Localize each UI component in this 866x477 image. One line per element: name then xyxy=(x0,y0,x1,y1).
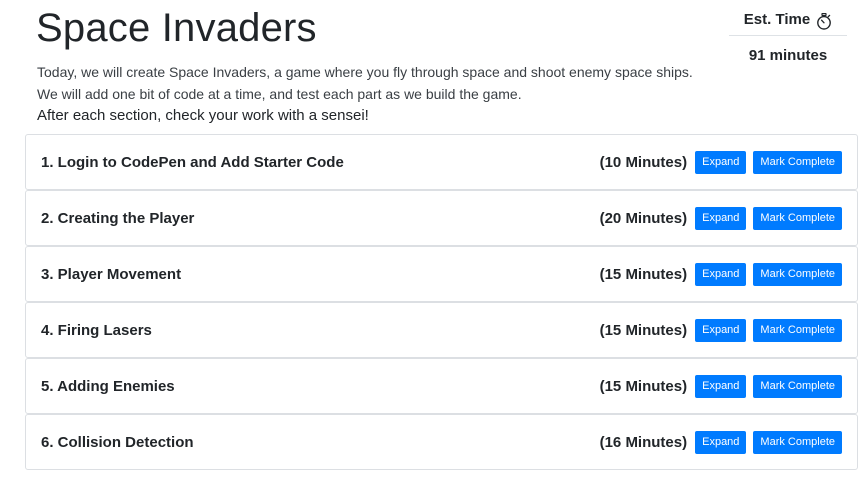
section-card: 5. Adding Enemies (15 Minutes) Expand Ma… xyxy=(25,358,858,414)
section-title: 1. Login to CodePen and Add Starter Code xyxy=(41,153,344,171)
section-duration: (20 Minutes) xyxy=(599,209,688,227)
page-title: Space Invaders xyxy=(36,6,317,50)
intro-line: Today, we will create Space Invaders, a … xyxy=(37,64,693,80)
expand-button[interactable]: Expand xyxy=(695,206,747,230)
section-duration: (15 Minutes) xyxy=(599,377,688,395)
expand-button[interactable]: Expand xyxy=(695,430,747,454)
expand-button[interactable]: Expand xyxy=(695,262,747,286)
section-list: 1. Login to CodePen and Add Starter Code… xyxy=(25,134,858,470)
section-card: 6. Collision Detection (16 Minutes) Expa… xyxy=(25,414,858,470)
expand-button[interactable]: Expand xyxy=(695,150,747,174)
mark-complete-button[interactable]: Mark Complete xyxy=(753,318,842,342)
section-title: 3. Player Movement xyxy=(41,265,182,283)
estimated-time-label: Est. Time xyxy=(743,10,811,28)
expand-button[interactable]: Expand xyxy=(695,318,747,342)
expand-button[interactable]: Expand xyxy=(695,374,747,398)
section-title: 5. Adding Enemies xyxy=(41,377,175,395)
intro-line: After each section, check your work with… xyxy=(37,107,369,124)
section-title: 2. Creating the Player xyxy=(41,209,195,227)
section-title: 4. Firing Lasers xyxy=(41,321,152,339)
intro-line: We will add one bit of code at a time, a… xyxy=(37,86,522,102)
mark-complete-button[interactable]: Mark Complete xyxy=(753,206,842,230)
section-card: 2. Creating the Player (20 Minutes) Expa… xyxy=(25,190,858,246)
section-duration: (10 Minutes) xyxy=(599,153,688,171)
estimated-time-value: 91 minutes xyxy=(748,47,828,64)
section-duration: (16 Minutes) xyxy=(599,433,688,451)
section-title: 6. Collision Detection xyxy=(41,433,194,451)
mark-complete-button[interactable]: Mark Complete xyxy=(753,150,842,174)
section-card: 1. Login to CodePen and Add Starter Code… xyxy=(25,134,858,190)
mark-complete-button[interactable]: Mark Complete xyxy=(753,262,842,286)
stopwatch-icon xyxy=(816,11,832,30)
lesson-page: Space Invaders Today, we will create Spa… xyxy=(0,0,866,477)
mark-complete-button[interactable]: Mark Complete xyxy=(753,430,842,454)
intro-text: Today, we will create Space Invaders, a … xyxy=(37,61,693,127)
section-card: 3. Player Movement (15 Minutes) Expand M… xyxy=(25,246,858,302)
section-duration: (15 Minutes) xyxy=(599,265,688,283)
mark-complete-button[interactable]: Mark Complete xyxy=(753,374,842,398)
section-duration: (15 Minutes) xyxy=(599,321,688,339)
estimated-time-box: Est. Time 91 minutes xyxy=(729,4,847,76)
estimated-time-label-row: Est. Time xyxy=(729,4,847,36)
section-card: 4. Firing Lasers (15 Minutes) Expand Mar… xyxy=(25,302,858,358)
